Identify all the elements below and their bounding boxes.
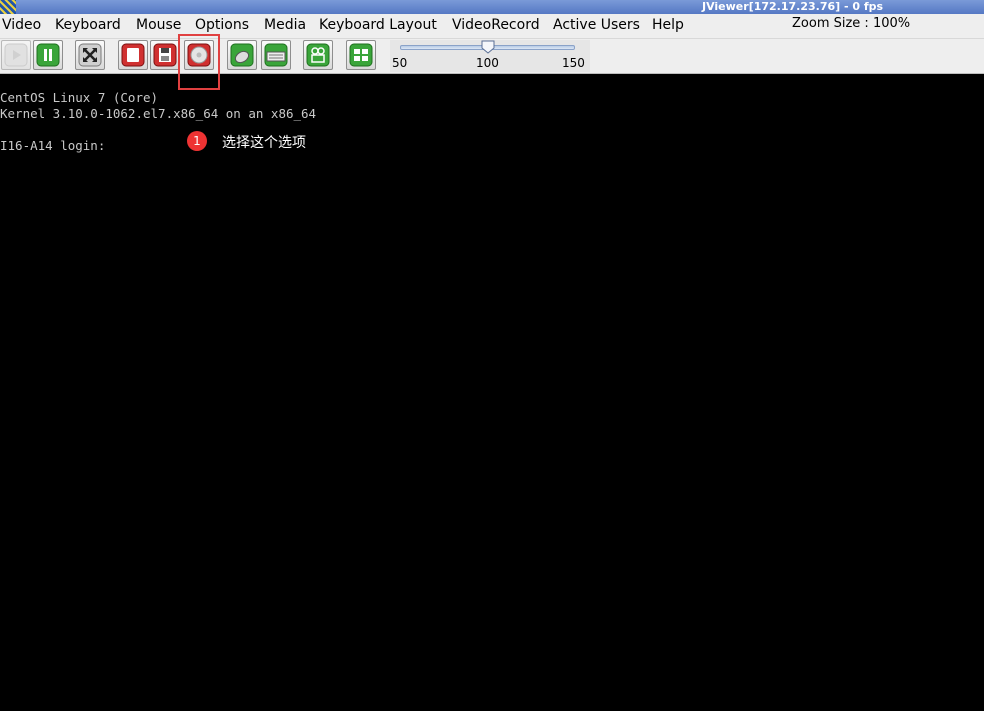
mouse-icon bbox=[230, 43, 254, 67]
menu-keyboard[interactable]: Keyboard bbox=[55, 17, 121, 34]
menu-videorecord[interactable]: VideoRecord bbox=[452, 17, 540, 34]
record-button[interactable] bbox=[118, 40, 148, 70]
console-line-kernel: Kernel 3.10.0-1062.el7.x86_64 on an x86_… bbox=[0, 106, 317, 121]
console-login-prompt[interactable]: I16-A14 login: bbox=[0, 138, 105, 154]
mouse-button[interactable] bbox=[227, 40, 257, 70]
play-icon bbox=[4, 43, 28, 67]
slider-mid-label: 100 bbox=[476, 56, 499, 70]
pause-button[interactable] bbox=[33, 40, 63, 70]
window-title: JViewer[172.17.23.76] - 0 fps bbox=[702, 0, 884, 13]
fullscreen-icon bbox=[78, 43, 102, 67]
console-line-os: CentOS Linux 7 (Core) bbox=[0, 90, 159, 105]
highlight-box bbox=[178, 34, 220, 90]
floppy-disk-button[interactable] bbox=[150, 40, 180, 70]
menu-keyboard-layout[interactable]: Keyboard Layout bbox=[319, 17, 437, 34]
video-record-button[interactable] bbox=[303, 40, 333, 70]
menu-media[interactable]: Media bbox=[264, 17, 306, 34]
keyboard-icon bbox=[264, 43, 288, 67]
play-button[interactable] bbox=[1, 40, 31, 70]
keyboard-button[interactable] bbox=[261, 40, 291, 70]
video-record-icon bbox=[306, 43, 330, 67]
record-icon bbox=[121, 43, 145, 67]
floppy-disk-icon bbox=[153, 43, 177, 67]
slider-max-label: 150 bbox=[562, 56, 585, 70]
menu-help[interactable]: Help bbox=[652, 17, 684, 34]
zoom-slider[interactable]: 50 100 150 bbox=[390, 40, 590, 72]
active-users-icon bbox=[349, 43, 373, 67]
menu-video[interactable]: Video bbox=[2, 17, 41, 34]
app-icon bbox=[0, 0, 16, 14]
slider-min-label: 50 bbox=[392, 56, 408, 70]
slider-thumb[interactable] bbox=[481, 40, 495, 54]
active-users-button[interactable] bbox=[346, 40, 376, 70]
fullscreen-button[interactable] bbox=[75, 40, 105, 70]
annotation-text: 选择这个选项 bbox=[222, 135, 306, 151]
annotation-badge: 1 bbox=[187, 131, 207, 151]
title-bar: JViewer[172.17.23.76] - 0 fps bbox=[0, 0, 984, 14]
menu-mouse[interactable]: Mouse bbox=[136, 17, 181, 34]
pause-icon bbox=[36, 43, 60, 67]
menu-active-users[interactable]: Active Users bbox=[553, 17, 640, 34]
zoom-size-label: Zoom Size : 100% bbox=[792, 16, 911, 31]
menu-options[interactable]: Options bbox=[195, 17, 249, 34]
